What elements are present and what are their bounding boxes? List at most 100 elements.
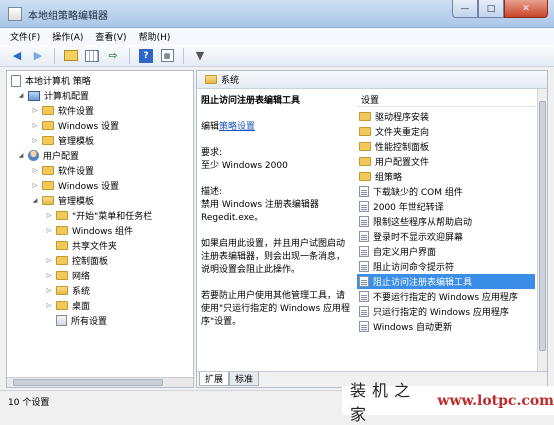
expand-icon[interactable]: ▷	[45, 212, 53, 219]
navigation-tree[interactable]: 本地计算机 策略 ◢ 计算机配置 ▷ 软件设置 ▷ Windows 设置 ▷ 管…	[6, 70, 194, 388]
scrollbar-thumb[interactable]	[13, 379, 163, 386]
collapse-icon[interactable]: ◢	[17, 152, 25, 159]
expand-icon[interactable]: ▷	[31, 107, 39, 114]
menu-file[interactable]: 文件(F)	[10, 30, 40, 43]
tree-item-user-windows-settings[interactable]: ▷ Windows 设置	[31, 178, 119, 193]
tree-item-user-software-settings[interactable]: ▷ 软件设置	[31, 163, 94, 178]
tree-item-shared-folders[interactable]: 共享文件夹	[45, 238, 117, 253]
description-label: 描述:	[201, 187, 223, 197]
tree-item-all-settings[interactable]: 所有设置	[45, 313, 107, 328]
tree-item-label: 网络	[72, 272, 91, 282]
list-item[interactable]: 阻止访问命令提示符	[357, 259, 535, 274]
help-button[interactable]: ?	[137, 48, 155, 64]
tree-item-computer-config[interactable]: ◢ 计算机配置	[17, 88, 89, 103]
list-item[interactable]: 文件夹重定向	[357, 124, 535, 139]
collapse-icon[interactable]: ◢	[31, 197, 39, 204]
policy-setting-icon	[359, 246, 369, 257]
folder-icon	[42, 106, 54, 115]
up-folder-button[interactable]	[62, 48, 80, 64]
edit-policy-link[interactable]: 策略设置	[219, 122, 255, 132]
list-item-selected[interactable]: 阻止访问注册表编辑工具	[357, 274, 535, 289]
expand-icon[interactable]: ▷	[31, 122, 39, 129]
minimize-button[interactable]: —	[452, 0, 478, 18]
tree-item-system[interactable]: ▷ 系统	[45, 283, 90, 298]
tab-standard[interactable]: 标准	[229, 372, 260, 386]
window-title: 本地组策略编辑器	[28, 11, 108, 22]
list-vertical-scrollbar[interactable]	[537, 89, 547, 371]
expand-icon[interactable]: ▷	[45, 272, 53, 279]
menu-action[interactable]: 操作(A)	[52, 30, 83, 43]
tree-item-windows-settings[interactable]: ▷ Windows 设置	[31, 118, 119, 133]
tree-item-network[interactable]: ▷ 网络	[45, 268, 90, 283]
list-item-label: 组策略	[375, 173, 403, 183]
tree-item-windows-components[interactable]: ▷ Windows 组件	[45, 223, 133, 238]
list-item-label: 用户配置文件	[375, 158, 430, 168]
title-bar[interactable]: 本地组策略编辑器 — □ ✕	[0, 0, 554, 28]
export-icon[interactable]: ⇨	[104, 48, 122, 64]
properties-button[interactable]: ▦	[158, 48, 176, 64]
tree-item-label: Windows 组件	[72, 227, 134, 237]
tree-item-admin-templates[interactable]: ▷ 管理模板	[31, 133, 94, 148]
list-item[interactable]: 用户配置文件	[357, 154, 535, 169]
collapse-icon[interactable]: ◢	[17, 92, 25, 99]
maximize-button[interactable]: □	[478, 0, 504, 18]
tree-item-start-menu[interactable]: ▷ "开始"菜单和任务栏	[45, 208, 152, 223]
filter-icon[interactable]: ▼	[191, 48, 209, 64]
scrollbar-thumb[interactable]	[539, 101, 546, 351]
policy-description: 阻止访问注册表编辑工具 编辑策略设置 要求: 至少 Windows 2000 描…	[201, 95, 351, 329]
show-tree-button[interactable]	[83, 48, 101, 64]
tree-item-user-config[interactable]: ◢ 用户配置	[17, 148, 79, 163]
list-item[interactable]: Windows 自动更新	[357, 319, 535, 334]
policy-setting-icon	[359, 216, 369, 227]
tree-item-label: 管理模板	[58, 137, 95, 147]
folder-icon	[56, 301, 68, 310]
help-icon: ?	[139, 48, 153, 63]
list-item[interactable]: 登录时不显示欢迎屏幕	[357, 229, 535, 244]
list-item[interactable]: 下载缺少的 COM 组件	[357, 184, 535, 199]
folder-icon	[56, 211, 68, 220]
list-item-label: 阻止访问注册表编辑工具	[373, 278, 473, 288]
tree-item-user-admin-templates[interactable]: ◢ 管理模板	[31, 193, 94, 208]
tree-item-label: 软件设置	[58, 107, 95, 117]
list-item-label: 文件夹重定向	[375, 128, 430, 138]
tree-item-software-settings[interactable]: ▷ 软件设置	[31, 103, 94, 118]
list-item[interactable]: 驱动程序安装	[357, 109, 535, 124]
expand-icon[interactable]: ▷	[45, 257, 53, 264]
expand-icon[interactable]: ▷	[45, 227, 53, 234]
description-paragraph-1: 如果启用此设置，并且用户试图启动注册表编辑器，则会出现一条消息，说明设置会阻止此…	[201, 239, 346, 275]
back-icon[interactable]: ◀	[8, 48, 26, 64]
description-text: 禁用 Windows 注册表编辑器 Regedit.exe。	[201, 200, 319, 223]
policy-setting-icon	[359, 186, 369, 197]
menu-view[interactable]: 查看(V)	[95, 30, 126, 43]
tree-horizontal-scrollbar[interactable]	[7, 377, 193, 387]
expand-icon[interactable]: ▷	[31, 137, 39, 144]
tree-item-control-panel[interactable]: ▷ 控制面板	[45, 253, 108, 268]
menu-help[interactable]: 帮助(H)	[139, 30, 171, 43]
expand-icon[interactable]: ▷	[45, 287, 53, 294]
policy-setting-icon	[359, 306, 369, 317]
list-item[interactable]: 组策略	[357, 169, 535, 184]
list-item-label: 2000 年世纪转译	[373, 203, 444, 213]
list-item[interactable]: 自定义用户界面	[357, 244, 535, 259]
details-pane: 系统 阻止访问注册表编辑工具 编辑策略设置 要求: 至少 Windows 200…	[196, 70, 548, 388]
settings-list[interactable]: 设置 驱动程序安装 文件夹重定向 性能控制面板 用户配置文件 组策略 下载缺少的…	[357, 89, 537, 371]
list-item[interactable]: 只运行指定的 Windows 应用程序	[357, 304, 535, 319]
tree-item-label: 所有设置	[71, 317, 108, 327]
policy-setting-icon	[359, 276, 369, 287]
column-header-settings[interactable]: 设置	[357, 93, 535, 107]
tab-extended[interactable]: 扩展	[199, 372, 230, 386]
list-item[interactable]: 2000 年世纪转译	[357, 199, 535, 214]
list-item[interactable]: 限制这些程序从帮助启动	[357, 214, 535, 229]
close-button[interactable]: ✕	[504, 0, 548, 18]
list-item[interactable]: 不要运行指定的 Windows 应用程序	[357, 289, 535, 304]
expand-icon[interactable]: ▷	[31, 182, 39, 189]
expand-icon[interactable]: ▷	[45, 302, 53, 309]
tree-item-desktop[interactable]: ▷ 桌面	[45, 298, 90, 313]
expand-icon[interactable]: ▷	[31, 167, 39, 174]
description-paragraph-2: 若要防止用户使用其他管理工具，请使用"只运行指定的 Windows 应用程序"设…	[201, 291, 351, 327]
forward-icon[interactable]: ▶	[29, 48, 47, 64]
tree-item-local-policy[interactable]: 本地计算机 策略	[11, 73, 91, 88]
policy-setting-icon	[359, 231, 369, 242]
watermark-brand: 装机之家	[350, 380, 417, 424]
list-item[interactable]: 性能控制面板	[357, 139, 535, 154]
